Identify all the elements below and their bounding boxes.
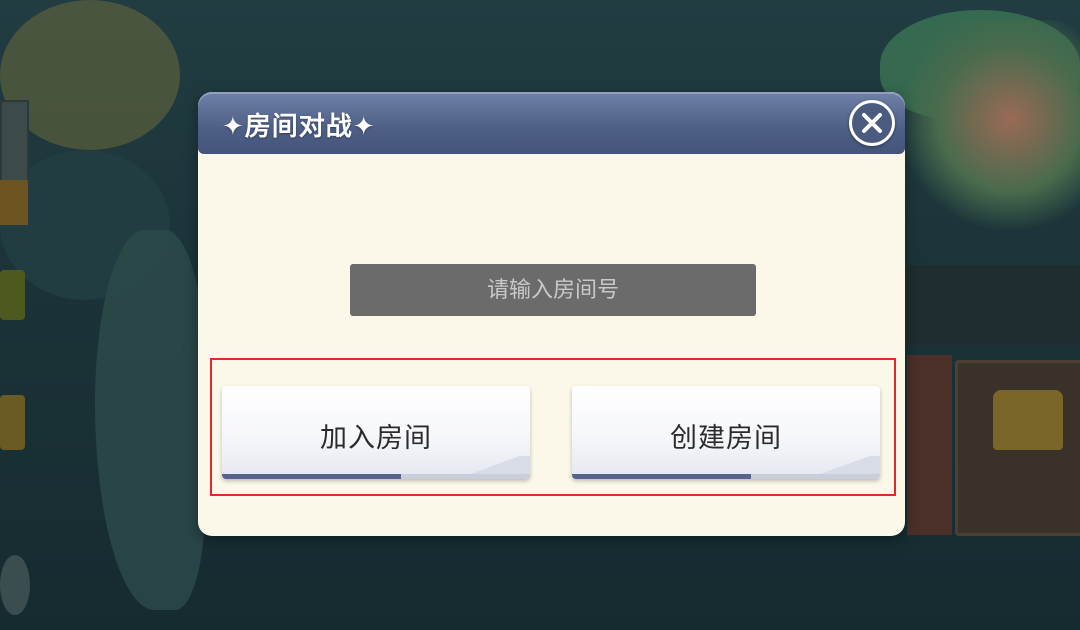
join-room-button[interactable]: 加入房间 [222, 386, 530, 479]
background-icon-2 [0, 395, 25, 450]
background-ribbon [907, 355, 952, 535]
dialog-header: ✦房间对战✦ [198, 92, 905, 154]
close-icon [862, 113, 882, 133]
background-right-panel [905, 265, 1080, 345]
join-room-label: 加入房间 [320, 423, 432, 454]
background-badge [0, 180, 28, 225]
background-character-right [905, 20, 1080, 240]
room-number-input[interactable] [350, 264, 756, 316]
button-bar-fill [222, 474, 401, 479]
background-icon-1 [0, 270, 25, 320]
treasure-chest-icon [993, 390, 1063, 450]
background-character-left [95, 230, 205, 610]
button-glint [820, 456, 880, 474]
button-glint [470, 456, 530, 474]
background-bottom-ornament [0, 555, 30, 615]
dialog-title: ✦房间对战✦ [222, 112, 376, 142]
close-button[interactable] [849, 100, 895, 146]
button-bar-fill [572, 474, 751, 479]
create-room-button[interactable]: 创建房间 [572, 386, 880, 479]
create-room-label: 创建房间 [670, 423, 782, 454]
